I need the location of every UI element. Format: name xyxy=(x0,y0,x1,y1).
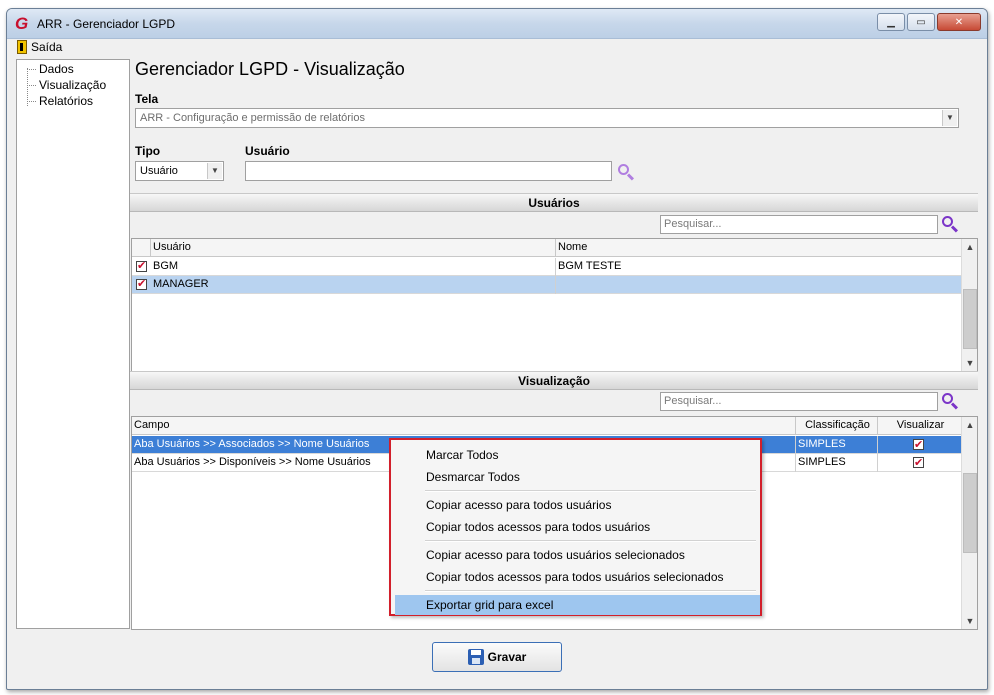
cell-visualizar xyxy=(878,454,962,472)
cell-usuario: BGM xyxy=(151,258,556,276)
cell-nome xyxy=(556,276,962,294)
search-icon[interactable] xyxy=(617,163,635,181)
floppy-disk-icon xyxy=(467,649,484,665)
usuarios-section-header: Usuários xyxy=(130,193,978,212)
menu-item-copiar-acesso-selecionados[interactable]: Copiar acesso para todos usuários seleci… xyxy=(395,545,760,565)
cell-classificacao: SIMPLES xyxy=(796,454,878,472)
tela-select-value: ARR - Configuração e permissão de relató… xyxy=(140,112,365,124)
cell-classificacao: SIMPLES xyxy=(796,436,878,454)
menu-item-exportar-excel[interactable]: Exportar grid para excel xyxy=(395,595,760,615)
visualizacao-grid-header: Campo Classificação Visualizar xyxy=(132,417,977,435)
chevron-up-icon[interactable]: ▲ xyxy=(962,239,977,255)
header-check-column xyxy=(132,239,151,257)
header-usuario[interactable]: Usuário xyxy=(151,239,556,257)
save-button-label: Gravar xyxy=(487,650,527,664)
usuario-label: Usuário xyxy=(245,144,290,158)
title-bar: G ARR - Gerenciador LGPD ▁ ▭ ✕ xyxy=(7,9,987,39)
menu-separator xyxy=(425,490,756,492)
scrollbar-thumb[interactable] xyxy=(963,289,977,349)
save-button[interactable]: Gravar xyxy=(432,642,562,672)
chevron-up-icon[interactable]: ▲ xyxy=(962,417,977,433)
tipo-label: Tipo xyxy=(135,144,161,158)
visualizacao-section-header: Visualização xyxy=(130,371,978,390)
window-title: ARR - Gerenciador LGPD xyxy=(37,17,176,31)
menu-item-copiar-acesso-todos[interactable]: Copiar acesso para todos usuários xyxy=(395,495,760,515)
context-menu: Marcar Todos Desmarcar Todos Copiar aces… xyxy=(389,438,762,616)
usuario-input[interactable] xyxy=(245,161,612,181)
tela-label: Tela xyxy=(135,92,159,106)
exit-menu-item[interactable]: Saída xyxy=(17,40,62,54)
header-classificacao[interactable]: Classificação xyxy=(796,417,878,435)
visualizar-checkbox[interactable] xyxy=(913,437,924,454)
menu-item-desmarcar-todos[interactable]: Desmarcar Todos xyxy=(395,467,760,487)
chevron-down-icon: ▼ xyxy=(942,110,957,126)
close-button[interactable]: ✕ xyxy=(937,13,981,31)
scrollbar-thumb[interactable] xyxy=(963,473,977,553)
row-checkbox[interactable] xyxy=(136,277,147,290)
visualizar-checkbox[interactable] xyxy=(913,455,924,472)
usuarios-scrollbar[interactable]: ▲ ▼ xyxy=(961,239,977,371)
chevron-down-icon[interactable]: ▼ xyxy=(962,613,977,629)
tipo-select-value: Usuário xyxy=(140,165,178,177)
table-row[interactable]: MANAGER xyxy=(132,276,962,294)
menu-item-marcar-todos[interactable]: Marcar Todos xyxy=(395,445,760,465)
tree-item-visualizacao[interactable]: Visualização xyxy=(25,78,106,92)
chevron-down-icon[interactable]: ▼ xyxy=(962,355,977,371)
exit-door-icon xyxy=(17,40,27,54)
close-icon: ✕ xyxy=(954,16,964,28)
tela-select[interactable]: ARR - Configuração e permissão de relató… xyxy=(135,108,959,128)
tipo-select[interactable]: Usuário ▼ xyxy=(135,161,224,181)
usuarios-search-input[interactable]: Pesquisar... xyxy=(660,215,938,234)
tree-item-relatorios[interactable]: Relatórios xyxy=(25,94,93,108)
visualizacao-scrollbar[interactable]: ▲ ▼ xyxy=(961,417,977,629)
header-visualizar[interactable]: Visualizar xyxy=(878,417,962,435)
table-row[interactable]: BGM BGM TESTE xyxy=(132,258,962,276)
chevron-down-icon: ▼ xyxy=(207,163,222,179)
cell-nome: BGM TESTE xyxy=(556,258,962,276)
tree-item-dados[interactable]: Dados xyxy=(25,62,74,76)
minimize-button[interactable]: ▁ xyxy=(877,13,905,31)
app-logo-icon: G xyxy=(15,14,29,33)
cell-visualizar xyxy=(878,436,962,454)
search-icon[interactable] xyxy=(941,392,959,410)
header-nome[interactable]: Nome xyxy=(556,239,962,257)
maximize-button[interactable]: ▭ xyxy=(907,13,935,31)
menu-item-copiar-todos-acessos-todos[interactable]: Copiar todos acessos para todos usuários xyxy=(395,517,760,537)
row-checkbox[interactable] xyxy=(136,259,147,272)
usuarios-grid-header: Usuário Nome xyxy=(132,239,977,257)
menu-separator xyxy=(425,590,756,592)
menu-bar: Saída xyxy=(7,39,987,57)
menu-separator xyxy=(425,540,756,542)
cell-usuario: MANAGER xyxy=(151,276,556,294)
search-icon[interactable] xyxy=(941,215,959,233)
minimize-icon: ▁ xyxy=(887,16,895,28)
page-title: Gerenciador LGPD - Visualização xyxy=(135,59,405,79)
navigation-tree: Dados Visualização Relatórios xyxy=(16,59,130,629)
header-campo[interactable]: Campo xyxy=(132,417,796,435)
usuarios-grid: Usuário Nome BGM BGM TESTE MANAGER ▲ ▼ xyxy=(131,238,978,372)
maximize-icon: ▭ xyxy=(916,16,926,28)
exit-label: Saída xyxy=(31,40,63,54)
menu-item-copiar-todos-acessos-selecionados[interactable]: Copiar todos acessos para todos usuários… xyxy=(395,567,760,587)
visualizacao-search-input[interactable]: Pesquisar... xyxy=(660,392,938,411)
